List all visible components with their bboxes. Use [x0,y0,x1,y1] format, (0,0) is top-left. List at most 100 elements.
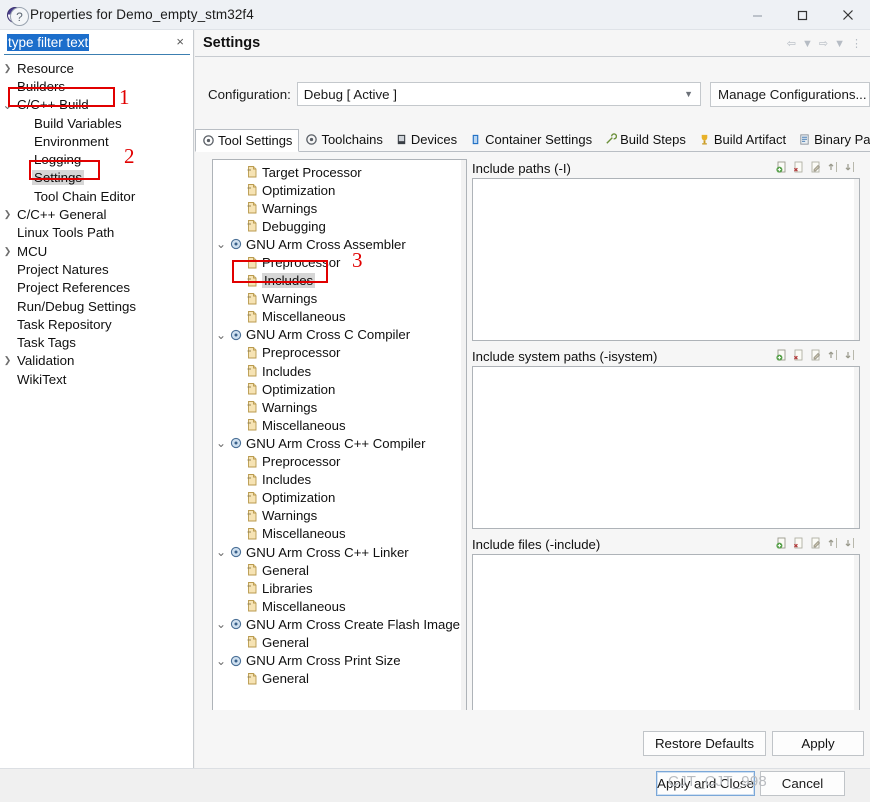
help-icon[interactable]: ? [10,7,29,26]
tool-tree-item-preprocessor[interactable]: Preprocessor [213,453,466,471]
tab-devices[interactable]: Devices [389,128,463,151]
nav-item-linux-tools-path[interactable]: Linux Tools Path [0,224,194,242]
tool-tree-item-preprocessor[interactable]: Preprocessor [213,344,466,362]
move-up-icon[interactable] [826,160,840,174]
section-list[interactable] [472,554,860,717]
cancel-button[interactable]: Cancel [760,771,845,796]
tab-container-settings[interactable]: Container Settings [463,128,598,151]
move-down-icon[interactable] [843,348,857,362]
move-up-icon[interactable] [826,348,840,362]
filter-box[interactable]: type filter text × [4,31,190,55]
nav-item-task-repository[interactable]: Task Repository [0,315,194,333]
chevron-right-icon[interactable]: ❯ [0,209,15,220]
tool-tree-item-includes[interactable]: Includes [213,272,466,290]
move-up-icon[interactable] [826,536,840,550]
nav-item-build-variables[interactable]: Build Variables [0,114,194,132]
nav-item-task-tags[interactable]: Task Tags [0,333,194,351]
edit-icon[interactable] [809,348,823,362]
forward-arrow-icon[interactable]: ⇨ [817,38,830,50]
apply-button[interactable]: Apply [772,731,864,756]
chevron-down-icon[interactable]: ⌄ [0,98,15,112]
tool-settings-tree[interactable]: Target Processor Optimization Warnings D… [212,159,467,720]
tool-settings-tree-scrollbar[interactable] [461,160,466,719]
back-arrow-icon[interactable]: ⇦ [785,38,798,50]
delete-icon[interactable] [792,160,806,174]
nav-item-mcu[interactable]: ❯ MCU [0,242,194,260]
clear-filter-icon[interactable]: × [176,35,184,49]
nav-item-run-debug-settings[interactable]: Run/Debug Settings [0,297,194,315]
nav-item-project-natures[interactable]: Project Natures [0,260,194,278]
settings-navigation-tree[interactable]: ❯ Resource Builders ⌄ C/C++ Build Build Var… [0,59,194,388]
nav-item-tool-chain-editor[interactable]: Tool Chain Editor [0,187,194,205]
forward-dropdown-icon[interactable]: ▼ [832,38,847,50]
edit-icon[interactable] [809,160,823,174]
tool-tree-item-general[interactable]: General [213,561,466,579]
chevron-down-icon[interactable]: ⌄ [213,617,229,631]
nav-item-wikitext[interactable]: WikiText [0,370,194,388]
tool-tree-item-warnings[interactable]: Warnings [213,290,466,308]
tab-tool-settings[interactable]: Tool Settings [195,129,300,152]
delete-icon[interactable] [792,348,806,362]
tool-tree-item-optimization[interactable]: Optimization [213,380,466,398]
move-down-icon[interactable] [843,536,857,550]
minimize-button[interactable] [735,0,780,30]
tool-tree-item-gnu-arm-cross-assembler[interactable]: ⌄ GNU Arm Cross Assembler [213,235,466,253]
tool-tree-item-libraries[interactable]: Libraries [213,579,466,597]
add-icon[interactable] [775,160,789,174]
nav-item-settings[interactable]: Settings [0,169,194,187]
close-button[interactable] [825,0,870,30]
chevron-down-icon[interactable]: ⌄ [213,654,229,668]
add-icon[interactable] [775,536,789,550]
apply-and-close-button[interactable]: Apply and Close [656,771,755,796]
nav-item-c-c-general[interactable]: ❯ C/C++ General [0,205,194,223]
tool-tree-item-miscellaneous[interactable]: Miscellaneous [213,597,466,615]
section-list[interactable] [472,366,860,529]
nav-item-builders[interactable]: Builders [0,77,194,95]
nav-item-project-references[interactable]: Project References [0,279,194,297]
tool-tree-item-gnu-arm-cross-print-size[interactable]: ⌄ GNU Arm Cross Print Size [213,652,466,670]
manage-configurations-button[interactable]: Manage Configurations... [710,81,870,107]
nav-item-c-c-build[interactable]: ⌄ C/C++ Build [0,96,194,114]
tool-tree-item-includes[interactable]: Includes [213,362,466,380]
tool-tree-item-target-processor[interactable]: Target Processor [213,163,466,181]
tool-tree-item-gnu-arm-cross-c-compiler[interactable]: ⌄ GNU Arm Cross C++ Compiler [213,434,466,452]
restore-defaults-button[interactable]: Restore Defaults [642,731,766,756]
chevron-down-icon[interactable]: ⌄ [213,436,229,450]
chevron-right-icon[interactable]: ❯ [0,246,15,257]
nav-item-environment[interactable]: Environment [0,132,194,150]
configuration-dropdown[interactable]: Debug [ Active ] ▼ [296,82,701,106]
tool-tree-item-optimization[interactable]: Optimization [213,489,466,507]
add-icon[interactable] [775,348,789,362]
section-list-scrollbar[interactable] [854,367,859,528]
tool-tree-item-gnu-arm-cross-c-linker[interactable]: ⌄ GNU Arm Cross C++ Linker [213,543,466,561]
tool-tree-item-debugging[interactable]: Debugging [213,217,466,235]
section-list-scrollbar[interactable] [854,179,859,340]
chevron-down-icon[interactable]: ⌄ [213,328,229,342]
tool-tree-item-warnings[interactable]: Warnings [213,199,466,217]
tab-build-steps[interactable]: Build Steps [598,128,692,151]
chevron-right-icon[interactable]: ❯ [0,63,15,74]
tool-tree-item-gnu-arm-cross-c-compiler[interactable]: ⌄ GNU Arm Cross C Compiler [213,326,466,344]
tab-binary-pa[interactable]: Binary Pa [792,128,870,151]
tool-tree-item-preprocessor[interactable]: Preprocessor [213,253,466,271]
tool-tree-item-miscellaneous[interactable]: Miscellaneous [213,416,466,434]
nav-item-validation[interactable]: ❯ Validation [0,352,194,370]
delete-icon[interactable] [792,536,806,550]
tool-tree-item-general[interactable]: General [213,633,466,651]
tool-tree-item-gnu-arm-cross-create-flash-image[interactable]: ⌄ GNU Arm Cross Create Flash Image [213,615,466,633]
edit-icon[interactable] [809,536,823,550]
nav-item-logging[interactable]: Logging [0,150,194,168]
tool-tree-item-optimization[interactable]: Optimization [213,181,466,199]
section-list[interactable] [472,178,860,341]
chevron-down-icon[interactable]: ⌄ [213,237,229,251]
tool-tree-item-warnings[interactable]: Warnings [213,398,466,416]
section-list-scrollbar[interactable] [854,555,859,716]
filter-input[interactable]: type filter text [7,34,90,51]
move-down-icon[interactable] [843,160,857,174]
chevron-right-icon[interactable]: ❯ [0,355,15,366]
tool-tree-item-general[interactable]: General [213,670,466,688]
nav-item-resource[interactable]: ❯ Resource [0,59,194,77]
maximize-button[interactable] [780,0,825,30]
tab-toolchains[interactable]: Toolchains [299,128,388,151]
tool-tree-item-miscellaneous[interactable]: Miscellaneous [213,308,466,326]
